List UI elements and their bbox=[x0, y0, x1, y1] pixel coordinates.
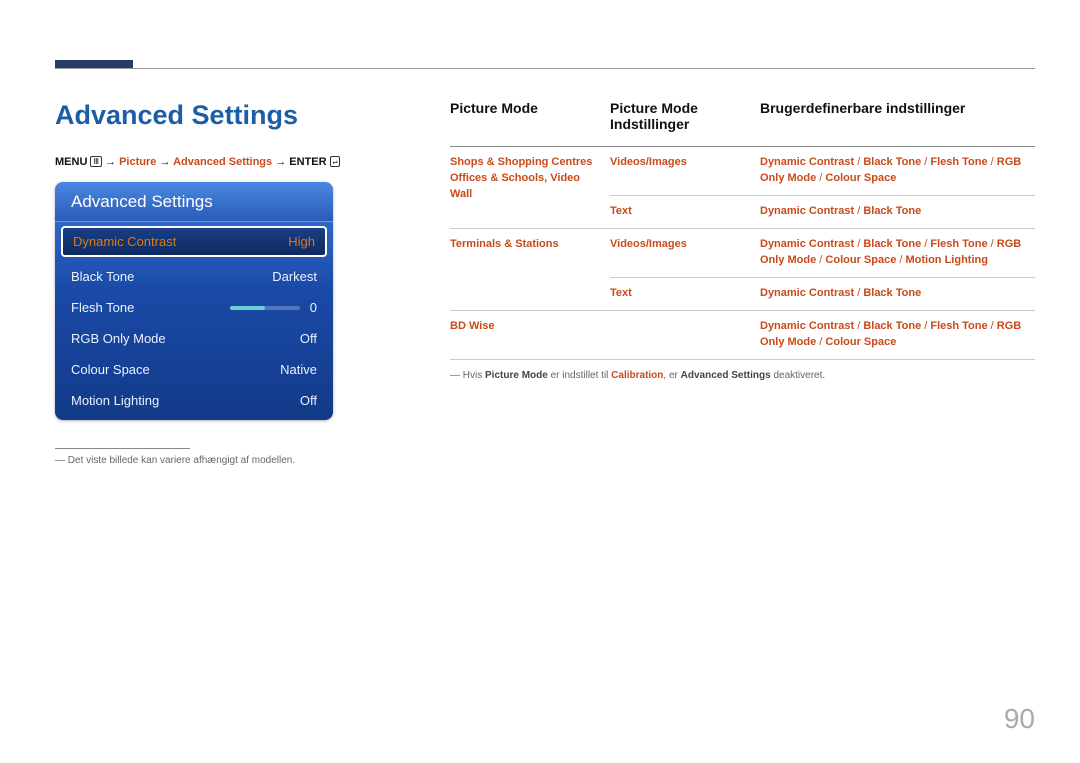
enter-icon: ↵ bbox=[330, 156, 341, 167]
breadcrumb-enter: ENTER bbox=[289, 156, 326, 168]
breadcrumb-advanced: Advanced Settings bbox=[173, 156, 272, 168]
row-label: Dynamic Contrast bbox=[73, 234, 176, 249]
table-row: Shops & Shopping Centres Offices & Schoo… bbox=[450, 147, 1035, 196]
slider-track[interactable] bbox=[230, 306, 300, 310]
row-value: 0 bbox=[310, 300, 317, 315]
header-rule bbox=[55, 68, 1035, 69]
th-picture-mode: Picture Mode bbox=[450, 100, 610, 147]
cell: Shops & Shopping Centres bbox=[450, 156, 592, 168]
row-label: Black Tone bbox=[71, 269, 134, 284]
cell: Offices & Schools, Video Wall bbox=[450, 172, 580, 200]
table-note: ― Hvis Picture Mode er indstillet til Ca… bbox=[450, 370, 1035, 381]
row-rgb-only-mode[interactable]: RGB Only Mode Off bbox=[55, 323, 333, 354]
row-value: Darkest bbox=[272, 269, 317, 284]
row-label: Colour Space bbox=[71, 362, 150, 377]
slider-fill bbox=[230, 306, 265, 310]
row-label: Flesh Tone bbox=[71, 300, 134, 315]
row-flesh-tone[interactable]: Flesh Tone 0 bbox=[55, 292, 333, 323]
breadcrumb-picture: Picture bbox=[119, 156, 156, 168]
footnote-separator bbox=[55, 448, 190, 449]
breadcrumb: MENU Ⅲ → Picture → Advanced Settings → E… bbox=[55, 156, 415, 168]
page-title: Advanced Settings bbox=[55, 100, 415, 131]
cell: Text bbox=[610, 287, 632, 299]
row-value: High bbox=[288, 234, 315, 249]
panel-title: Advanced Settings bbox=[55, 182, 333, 222]
cell: Text bbox=[610, 205, 632, 217]
row-black-tone[interactable]: Black Tone Darkest bbox=[55, 261, 333, 292]
row-value: Off bbox=[300, 393, 317, 408]
row-label: RGB Only Mode bbox=[71, 331, 166, 346]
cell: Terminals & Stations bbox=[450, 238, 559, 250]
page-number: 90 bbox=[1004, 703, 1035, 735]
row-label: Motion Lighting bbox=[71, 393, 159, 408]
row-motion-lighting[interactable]: Motion Lighting Off bbox=[55, 385, 333, 420]
table-row: BD Wise Dynamic Contrast / Black Tone / … bbox=[450, 310, 1035, 359]
header-mark bbox=[55, 60, 133, 68]
settings-panel: Advanced Settings Dynamic Contrast High … bbox=[55, 182, 333, 420]
footnote: ― Det viste billede kan variere afhængig… bbox=[55, 455, 415, 466]
breadcrumb-menu: MENU bbox=[55, 156, 87, 168]
cell: BD Wise bbox=[450, 320, 495, 332]
th-user-settings: Brugerdefinerbare indstillinger bbox=[760, 100, 1035, 147]
arrow-icon: → bbox=[159, 156, 170, 168]
th-picture-mode-ind: Picture Mode Indstillinger bbox=[610, 100, 760, 147]
table-row: Terminals & Stations Videos/Images Dynam… bbox=[450, 228, 1035, 277]
row-colour-space[interactable]: Colour Space Native bbox=[55, 354, 333, 385]
cell: Videos/Images bbox=[610, 238, 687, 250]
settings-table: Picture Mode Picture Mode Indstillinger … bbox=[450, 100, 1035, 360]
row-value: Native bbox=[280, 362, 317, 377]
row-value: Off bbox=[300, 331, 317, 346]
row-dynamic-contrast[interactable]: Dynamic Contrast High bbox=[61, 226, 327, 257]
menu-icon: Ⅲ bbox=[90, 156, 102, 167]
cell: Videos/Images bbox=[610, 156, 687, 168]
arrow-icon: → bbox=[275, 156, 286, 168]
arrow-icon: → bbox=[105, 156, 116, 168]
